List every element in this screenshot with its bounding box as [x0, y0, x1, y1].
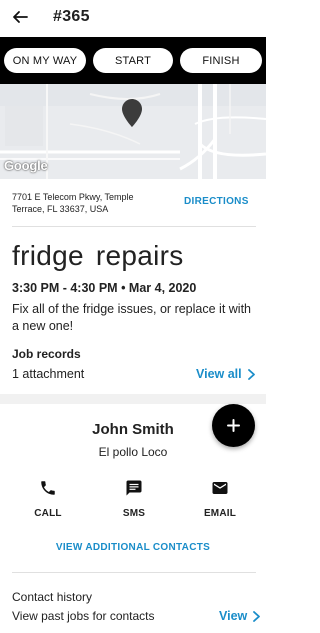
view-additional-contacts-button[interactable]: VIEW ADDITIONAL CONTACTS [0, 542, 266, 553]
google-logo: Google [4, 158, 48, 173]
job-description: Fix all of the fridge issues, or replace… [12, 302, 251, 333]
section-separator [0, 394, 266, 404]
top-app-bar: #365 [0, 0, 266, 37]
contact-name: John Smith [92, 421, 174, 438]
back-arrow-icon[interactable] [12, 9, 28, 25]
start-button[interactable]: START [93, 48, 173, 73]
email-label: EMAIL [203, 508, 237, 519]
phone-icon [41, 481, 55, 495]
call-label: CALL [34, 508, 62, 519]
sms-icon [126, 480, 142, 496]
call-button[interactable]: CALL [18, 479, 78, 523]
finish-button[interactable]: FINISH [180, 48, 262, 73]
contact-history-subtitle: View past jobs for contacts [12, 609, 155, 623]
email-button[interactable]: EMAIL [190, 479, 250, 523]
view-all-link[interactable]: View all [196, 367, 242, 381]
chevron-right-icon[interactable] [247, 369, 256, 380]
contact-history-label: Contact history [12, 590, 93, 604]
job-time: 3:30 PM - 4:30 PM • Mar 4, 2020 [12, 281, 197, 295]
job-address: 7701 E Telecom Pkwy, Temple Terrace, FL … [12, 192, 134, 214]
sms-button[interactable]: SMS [104, 479, 164, 523]
on-my-way-button[interactable]: ON MY WAY [4, 48, 86, 73]
email-icon [212, 482, 228, 494]
contact-company: El pollo Loco [98, 445, 168, 459]
job-records-label: Job records [12, 347, 81, 361]
job-number-title: #365 [53, 8, 90, 25]
divider [12, 572, 256, 573]
map-pin-icon [122, 99, 142, 127]
job-title: fridge repairs [12, 240, 184, 271]
sms-label: SMS [122, 508, 146, 519]
status-button-bar: ON MY WAY START FINISH [0, 37, 266, 84]
job-records-count: 1 attachment [12, 367, 85, 381]
divider [12, 226, 256, 227]
location-map[interactable]: Google [0, 84, 266, 179]
view-history-link[interactable]: View [219, 609, 247, 623]
directions-button[interactable]: DIRECTIONS [184, 196, 249, 207]
chevron-right-icon[interactable] [252, 611, 261, 622]
